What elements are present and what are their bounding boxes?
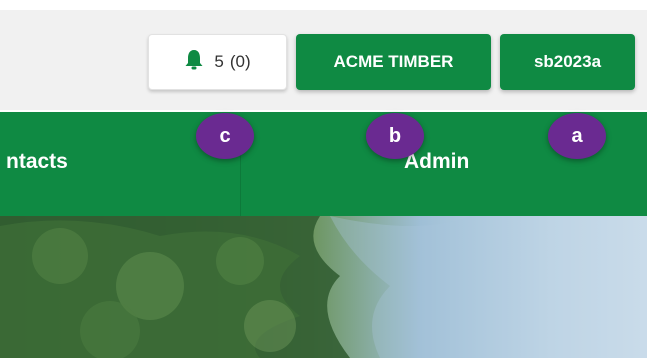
organization-label: ACME TIMBER <box>333 52 454 71</box>
nav-item-contacts[interactable]: ntacts <box>6 150 68 174</box>
tree-foliage <box>0 216 647 358</box>
marker-label: a <box>571 124 583 147</box>
marker-label: b <box>388 124 402 147</box>
nav-item-label: ntacts <box>6 150 68 173</box>
hero-image <box>0 216 647 358</box>
marker-b: b <box>366 113 424 159</box>
top-edge <box>0 0 647 10</box>
organization-button[interactable]: ACME TIMBER <box>296 34 491 90</box>
bell-icon <box>184 49 204 76</box>
notification-count: 5 <box>214 52 224 71</box>
user-label: sb2023a <box>533 52 602 71</box>
user-button[interactable]: sb2023a <box>500 34 635 90</box>
notifications-button[interactable]: 5 (0) <box>148 34 287 90</box>
nav-item-admin[interactable]: Admin <box>404 150 469 174</box>
notification-unread: (0) <box>229 52 251 71</box>
marker-label: c <box>219 124 231 147</box>
marker-a: a <box>548 113 606 159</box>
nav-divider <box>240 146 241 216</box>
marker-c: c <box>196 113 254 159</box>
